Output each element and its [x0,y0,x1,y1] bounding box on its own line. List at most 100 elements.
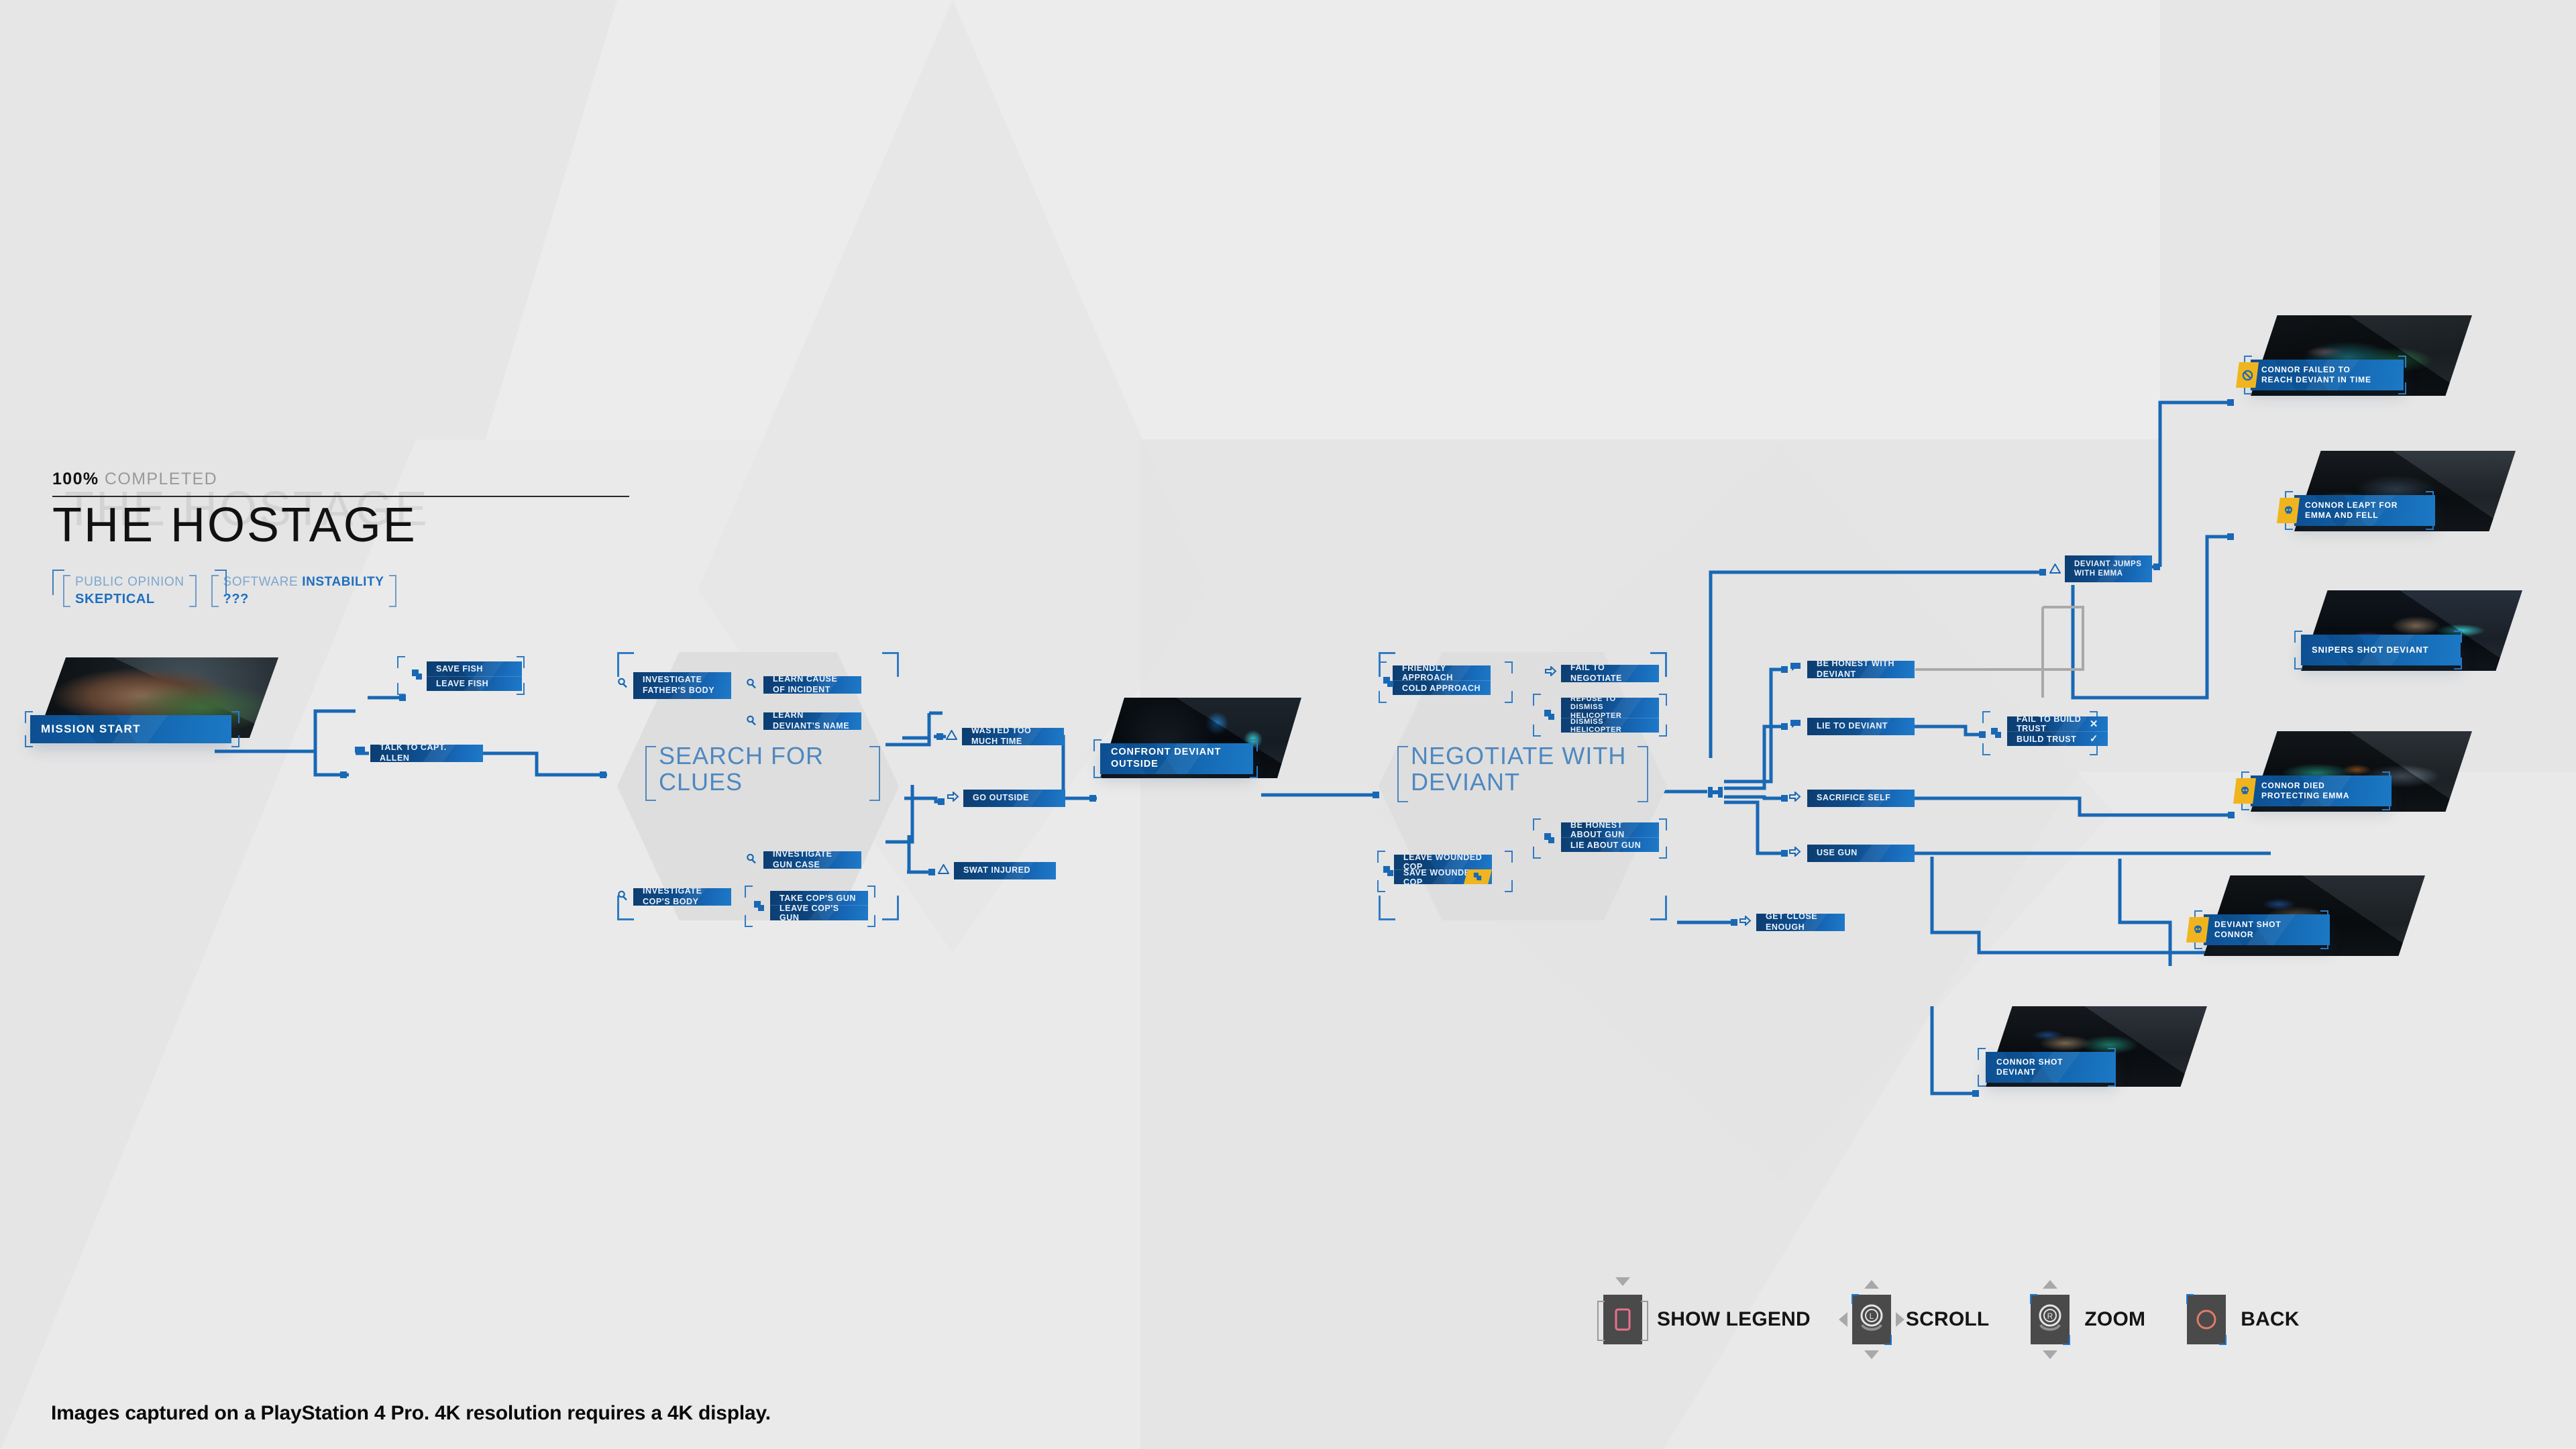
trophy-badge [1464,869,1492,884]
node-learn-cause-of-incident[interactable]: LEARN CAUSE OF INCIDENT [763,676,861,694]
choice-icon [1544,710,1555,720]
picture-node-confront-deviant-outside[interactable]: CONFRONT DEVIANT OUTSIDE [1093,698,1301,778]
node-build-trust[interactable]: BUILD TRUST ✓ [2007,731,2108,746]
node-label: FAIL TO NEGOTIATE [1570,665,1622,682]
picture-caption-text: CONNOR FAILED TO REACH DEVIANT IN TIME [2261,365,2371,384]
investigate-icon [746,853,757,864]
node-leave-wounded-cop[interactable]: LEAVE WOUNDED COP [1394,855,1492,871]
node-label: INVESTIGATE GUN CASE [773,851,833,869]
warning-icon [2049,564,2061,574]
node-label: GO OUTSIDE [973,793,1029,803]
node-fish-choice[interactable]: SAVE FISH LEAVE FISH [427,661,522,691]
node-label: GET CLOSE ENOUGH [1766,914,1818,931]
node-cold-approach[interactable]: COLD APPROACH [1393,680,1491,695]
node-label: SACRIFICE SELF [1817,793,1891,803]
picture-caption: SNIPERS SHOT DEVIANT [2301,635,2461,665]
scene-label-bracket-left [645,746,656,801]
node-label: BE HONEST WITH DEVIANT [1817,661,1895,678]
choice-icon [412,669,423,680]
scene-label-bracket-right [1638,746,1648,802]
node-swat-injured[interactable]: SWAT INJURED [954,862,1056,879]
node-fail-to-negotiate[interactable]: FAIL TO NEGOTIATE [1561,665,1659,682]
right-stick-icon[interactable]: R [2030,1280,2071,1359]
control-label: ZOOM [2084,1308,2146,1330]
node-deviant-jumps-with-emma[interactable]: DEVIANT JUMPS WITH EMMA [2065,555,2152,582]
node-label: DEVIANT JUMPS WITH EMMA [2074,559,2142,578]
node-cops-gun-choice[interactable]: TAKE COP'S GUN LEAVE COP'S GUN [770,891,868,920]
node-wounded-cop-choice[interactable]: LEAVE WOUNDED COP SAVE WOUNDED COP [1394,855,1492,884]
node-sacrifice-self[interactable]: SACRIFICE SELF [1807,790,1915,807]
scene-label-bracket-left [1397,746,1408,802]
investigate-icon [746,678,757,689]
picture-node-connor-leapt-for-emma-and-fell[interactable]: CONNOR LEAPT FOR EMMA AND FELL [2277,451,2516,531]
node-label: LIE TO DEVIANT [1817,721,1888,731]
picture-caption: DEVIANT SHOT CONNOR [2204,914,2330,945]
node-be-honest-with-deviant[interactable]: BE HONEST WITH DEVIANT [1807,661,1915,678]
picture-node-connor-failed-to-reach-deviant-in-time[interactable]: CONNOR FAILED TO REACH DEVIANT IN TIME [2236,315,2472,396]
node-label: USE GUN [1817,848,1858,858]
node-fail-to-build-trust[interactable]: FAIL TO BUILD TRUST ✕ [2007,716,2108,733]
choice-icon [1544,833,1555,844]
picture-node-mission-start[interactable]: MISSION START [25,657,278,747]
warning-icon [946,730,957,740]
node-investigate-cops-body[interactable]: INVESTIGATE COP'S BODY [633,888,731,906]
picture-node-deviant-shot-connor[interactable]: DEVIANT SHOT CONNOR [2186,875,2425,956]
control-label: SHOW LEGEND [1657,1308,1811,1330]
node-label: LEARN CAUSE OF INCIDENT [773,676,838,694]
node-wasted-too-much-time[interactable]: WASTED TOO MUCH TIME [962,728,1064,745]
scene-label-bracket-right [869,746,880,801]
picture-caption: CONFRONT DEVIANT OUTSIDE [1100,743,1253,774]
node-investigate-fathers-body[interactable]: INVESTIGATE FATHER'S BODY [633,672,731,699]
picture-caption: MISSION START [30,715,231,743]
node-dismiss-helicopter[interactable]: DISMISS HELICOPTER [1561,717,1659,733]
node-trust-choice[interactable]: FAIL TO BUILD TRUST ✕ BUILD TRUST ✓ [2007,716,2108,746]
control-zoom[interactable]: R ZOOM [2030,1280,2146,1359]
ending-badge-skull [2186,917,2209,943]
node-investigate-gun-case[interactable]: INVESTIGATE GUN CASE [763,851,861,869]
picture-node-connor-died-protecting-emma[interactable]: CONNOR DIED PROTECTING EMMA [2233,731,2472,812]
choice-icon [1991,728,2002,739]
flowchart-canvas[interactable]: SEARCH FOR CLUES NEGOTIATE WITH DEVIANT … [0,0,2576,1449]
node-be-honest-about-gun[interactable]: BE HONEST ABOUT GUN [1561,822,1659,839]
success-check-icon: ✓ [2089,733,2098,745]
node-talk-to-capt-allen[interactable]: TALK TO CAPT. ALLEN [370,745,483,762]
dialogue-icon [354,746,366,755]
circle-button-icon[interactable] [2186,1294,2227,1345]
picture-node-snipers-shot-deviant[interactable]: SNIPERS SHOT DEVIANT [2294,590,2522,671]
node-approach-choice[interactable]: FRIENDLY APPROACH COLD APPROACH [1393,665,1491,695]
node-helicopter-choice[interactable]: REFUSE TO DISMISS HELICOPTER DISMISS HEL… [1561,698,1659,733]
picture-caption: CONNOR SHOT DEVIANT [1986,1052,2116,1083]
picture-caption-text: MISSION START [41,722,141,735]
node-leave-cops-gun[interactable]: LEAVE COP'S GUN [770,904,868,920]
control-scroll[interactable]: L SCROLL [1838,1280,1990,1359]
ending-badge-skull [2277,498,2300,523]
square-button-icon[interactable] [1597,1277,1648,1344]
control-back[interactable]: BACK [2186,1294,2299,1345]
left-stick-icon[interactable]: L [1838,1280,1904,1359]
ending-badge-skull [2233,778,2256,804]
action-arrow-icon [1789,792,1801,802]
controls-bar: SHOW LEGEND L SCROLL R ZOOM BACK [1597,1277,2341,1359]
node-save-fish[interactable]: SAVE FISH [427,661,522,676]
warning-icon [938,864,949,874]
node-label: BUILD TRUST [2017,734,2077,744]
control-show-legend[interactable]: SHOW LEGEND [1597,1277,1811,1344]
scene-label: SEARCH FOR CLUES [659,742,824,796]
node-friendly-approach[interactable]: FRIENDLY APPROACH [1393,665,1491,682]
svg-text:L: L [1870,1311,1874,1321]
node-refuse-to-dismiss-helicopter[interactable]: REFUSE TO DISMISS HELICOPTER [1561,698,1659,720]
picture-caption-text: CONFRONT DEVIANT OUTSIDE [1111,747,1222,769]
node-gun-honesty-choice[interactable]: BE HONEST ABOUT GUN LIE ABOUT GUN [1561,822,1659,852]
node-go-outside[interactable]: GO OUTSIDE [963,790,1065,807]
node-label: INVESTIGATE COP'S BODY [643,888,702,906]
node-learn-deviants-name[interactable]: LEARN DEVIANT'S NAME [763,712,861,730]
node-use-gun[interactable]: USE GUN [1807,845,1915,862]
node-lie-about-gun[interactable]: LIE ABOUT GUN [1561,837,1659,852]
node-get-close-enough[interactable]: GET CLOSE ENOUGH [1756,914,1845,931]
node-lie-to-deviant[interactable]: LIE TO DEVIANT [1807,718,1915,735]
action-arrow-icon [947,792,959,802]
picture-caption-text: CONNOR SHOT DEVIANT [1996,1057,2063,1077]
node-take-cops-gun[interactable]: TAKE COP'S GUN [770,891,868,905]
picture-node-connor-shot-deviant[interactable]: CONNOR SHOT DEVIANT [1978,1006,2207,1087]
node-leave-fish[interactable]: LEAVE FISH [427,676,522,692]
